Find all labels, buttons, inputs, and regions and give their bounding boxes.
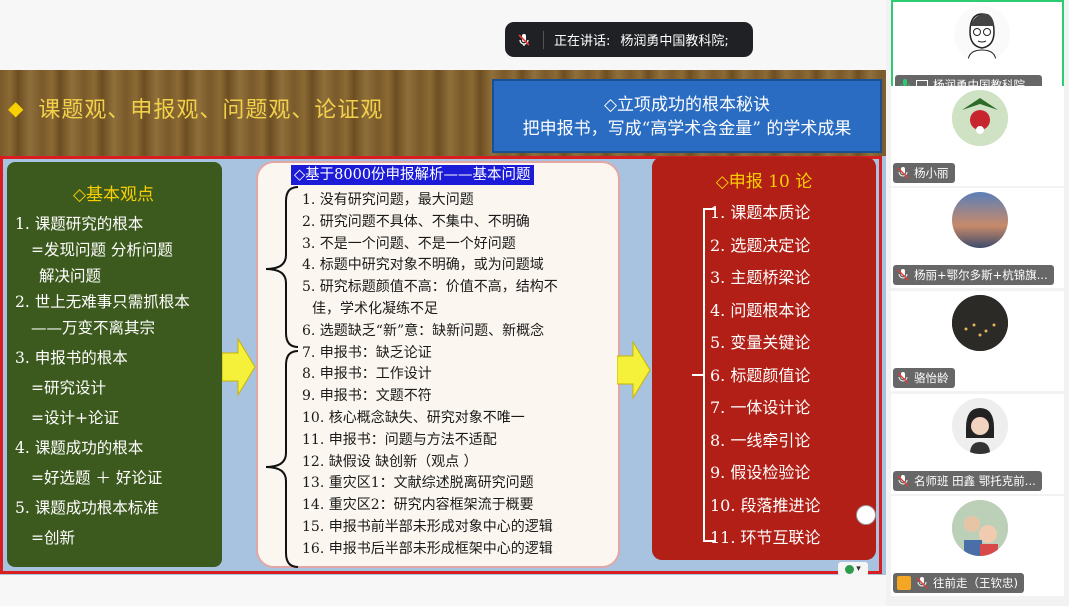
list-item: 11. 申报书：问题与方法不适配 (302, 431, 497, 448)
participant-tile[interactable]: 骆怡龄 (891, 291, 1064, 391)
list-item: 4. 问题根本论 (710, 300, 811, 320)
participants-sidebar: 杨润勇中国教科院... 杨小丽 杨丽+鄂尔多斯+杭锦旗... 骆怡龄 名师班 田… (886, 0, 1069, 606)
list-item: 1. 课题本质论 (710, 203, 811, 222)
basic-problems-panel: ◇基于8000份申报解析——基本问题 1. 没有研究问题，最大问题 2. 研究问… (256, 161, 620, 568)
participant-tile[interactable]: 杨润勇中国教科院... (891, 0, 1064, 100)
participant-name: 杨小丽 (914, 166, 949, 180)
participant-tile[interactable]: 杨丽+鄂尔多斯+杭锦旗... (891, 188, 1064, 288)
list-item: 11. 环节互联论 (710, 528, 821, 547)
speaking-prefix: 正在讲话: (554, 34, 611, 49)
list-item: 15. 申报书前半部未形成对象中心的逻辑 (302, 518, 553, 535)
list-item: 5. 研究标题颜值不高：价值不高，结构不 (302, 279, 558, 296)
ten-theories-list: 1. 课题本质论 2. 选题决定论 3. 主题桥梁论 4. 问题根本论 5. 变… (710, 197, 821, 555)
slide: ◆ 课题观、申报观、问题观、论证观 ◇立项成功的根本秘诀 把申报书，写成“高学术… (0, 70, 886, 576)
list-item: 6. 选题缺乏“新”意：缺新问题、新概念 (302, 322, 545, 339)
basic-view-line: =创新 (31, 529, 75, 547)
list-item: 2. 研究问题不具体、不集中、不明确 (302, 213, 530, 230)
secret-box-line2: 把申报书，写成“高学术含金量” 的学术成果 (522, 119, 852, 139)
list-item: 9. 假设检验论 (710, 463, 811, 482)
list-item: 6. 标题颜值论 (710, 365, 811, 385)
list-item: 7. 申报书：缺乏论证 (302, 344, 432, 361)
avatar (952, 90, 1008, 146)
bracket-icon (692, 208, 716, 542)
list-item: 14. 重灾区2：研究内容框架流于概要 (302, 497, 534, 514)
participant-label: 往前走（王钦忠) (893, 573, 1024, 593)
basic-views-heading: ◇基本观点 (72, 185, 155, 205)
participant-label: 杨丽+鄂尔多斯+杭锦旗... (893, 265, 1054, 285)
basic-view-line: 3. 申报书的根本 (15, 349, 128, 367)
participant-label: 名师班 田鑫 鄂托克前... (893, 471, 1042, 491)
participant-tile[interactable]: 名师班 田鑫 鄂托克前... (891, 394, 1064, 494)
list-item: 9. 申报书：文题不符 (302, 388, 432, 405)
list-item: 7. 一体设计论 (710, 398, 811, 417)
basic-view-line: =设计+论证 (31, 409, 119, 427)
shared-screen: 正在讲话: 杨润勇中国教科院; ◆ 课题观、申报观、问题观、论证观 ◇立项成功的… (0, 0, 886, 606)
basic-view-line: 5. 课题成功根本标准 (15, 499, 159, 517)
brace-icon (265, 186, 299, 568)
right-arrow-icon (617, 340, 651, 400)
basic-view-line: =发现问题 分析问题 (31, 241, 173, 259)
basic-view-line: =研究设计 (31, 379, 106, 397)
slide-title-bar: ◆ 课题观、申报观、问题观、论证观 ◇立项成功的根本秘诀 把申报书，写成“高学术… (0, 70, 886, 156)
diamond-bullet-icon: ◆ (8, 96, 25, 120)
mic-off-icon (916, 577, 928, 589)
list-item: 3. 不是一个问题、不是一个好问题 (302, 235, 516, 252)
ten-theories-heading: ◇申报 10 论 (715, 172, 813, 192)
participant-name: 往前走（王钦忠) (933, 576, 1018, 590)
list-item: 4. 标题中研究对象不明确，或为问题域 (302, 257, 544, 274)
avatar (952, 398, 1008, 454)
list-item: 1. 没有研究问题，最大问题 (302, 192, 474, 208)
participant-name: 名师班 田鑫 鄂托克前... (914, 474, 1036, 488)
participant-tile[interactable]: 往前走（王钦忠) (891, 496, 1064, 596)
list-item: 3. 主题桥梁论 (710, 268, 811, 287)
floating-status-badge[interactable]: ▾ (838, 562, 868, 576)
participant-name: 骆怡龄 (914, 371, 949, 385)
basic-problems-heading: ◇基于8000份申报解析——基本问题 (291, 165, 534, 185)
list-item: 2. 选题决定论 (710, 235, 811, 255)
avatar (954, 6, 1010, 62)
avatar (952, 295, 1008, 351)
slide-title-text: 课题观、申报观、问题观、论证观 (38, 98, 384, 123)
secret-box-line1: ◇立项成功的根本秘诀 (603, 95, 771, 115)
basic-view-line: 4. 课题成功的根本 (15, 439, 144, 457)
avatar (952, 500, 1008, 556)
speaking-indicator: 正在讲话: 杨润勇中国教科院; (505, 22, 753, 57)
list-item: 8. 一线牵引论 (710, 430, 811, 450)
participant-label: 杨小丽 (893, 163, 955, 183)
basic-views-panel: ◇基本观点 1. 课题研究的根本 =发现问题 分析问题 解决问题 2. 世上无难… (7, 162, 222, 567)
basic-view-line: ——万变不离其宗 (31, 319, 156, 337)
basic-view-line: 1. 课题研究的根本 (15, 215, 144, 233)
avatar (952, 192, 1008, 248)
list-item: 佳，学术化凝练不足 (312, 300, 438, 317)
mic-off-icon (897, 372, 909, 384)
basic-view-line: 2. 世上无难事只需抓根本 (15, 293, 190, 311)
mic-off-icon (897, 269, 909, 281)
participant-name: 杨丽+鄂尔多斯+杭锦旗... (914, 268, 1048, 282)
right-arrow-icon (222, 337, 256, 397)
participant-tile[interactable]: 杨小丽 (891, 86, 1064, 186)
mic-muted-icon (515, 31, 533, 49)
status-dot-icon (845, 564, 855, 574)
list-item: 5. 变量关键论 (710, 333, 811, 352)
list-item: 8. 申报书：工作设计 (302, 366, 432, 383)
slide-title: ◆ 课题观、申报观、问题观、论证观 (8, 92, 383, 124)
speaking-name: 杨润勇中国教科院; (620, 34, 729, 49)
list-item: 12. 缺假设 缺创新（观点 ） (302, 453, 478, 470)
mic-off-icon (897, 167, 909, 179)
person-icon (897, 576, 911, 590)
divider (543, 30, 544, 49)
list-item: 10. 段落推进论 (710, 495, 821, 515)
list-item: 16. 申报书后半部未形成框架中心的逻辑 (302, 540, 553, 557)
secret-box: ◇立项成功的根本秘诀 把申报书，写成“高学术含金量” 的学术成果 (492, 79, 882, 153)
dropdown-icon: ▾ (856, 564, 861, 574)
participant-label: 骆怡龄 (893, 368, 955, 388)
ten-theories-panel: ◇申报 10 论 1. 课题本质论 2. 选题决定论 3. 主题桥梁论 4. 问… (652, 157, 876, 560)
list-item: 10. 核心概念缺失、研究对象不唯一 (302, 409, 525, 426)
basic-view-line: =好选题 ＋ 好论证 (31, 469, 163, 487)
list-item: 13. 重灾区1：文献综述脱离研究问题 (302, 475, 534, 492)
mic-off-icon (897, 475, 909, 487)
floating-avatar[interactable] (856, 505, 876, 525)
basic-problems-list: 1. 没有研究问题，最大问题 2. 研究问题不具体、不集中、不明确 3. 不是一… (302, 190, 558, 561)
basic-view-line: 解决问题 (39, 267, 102, 285)
